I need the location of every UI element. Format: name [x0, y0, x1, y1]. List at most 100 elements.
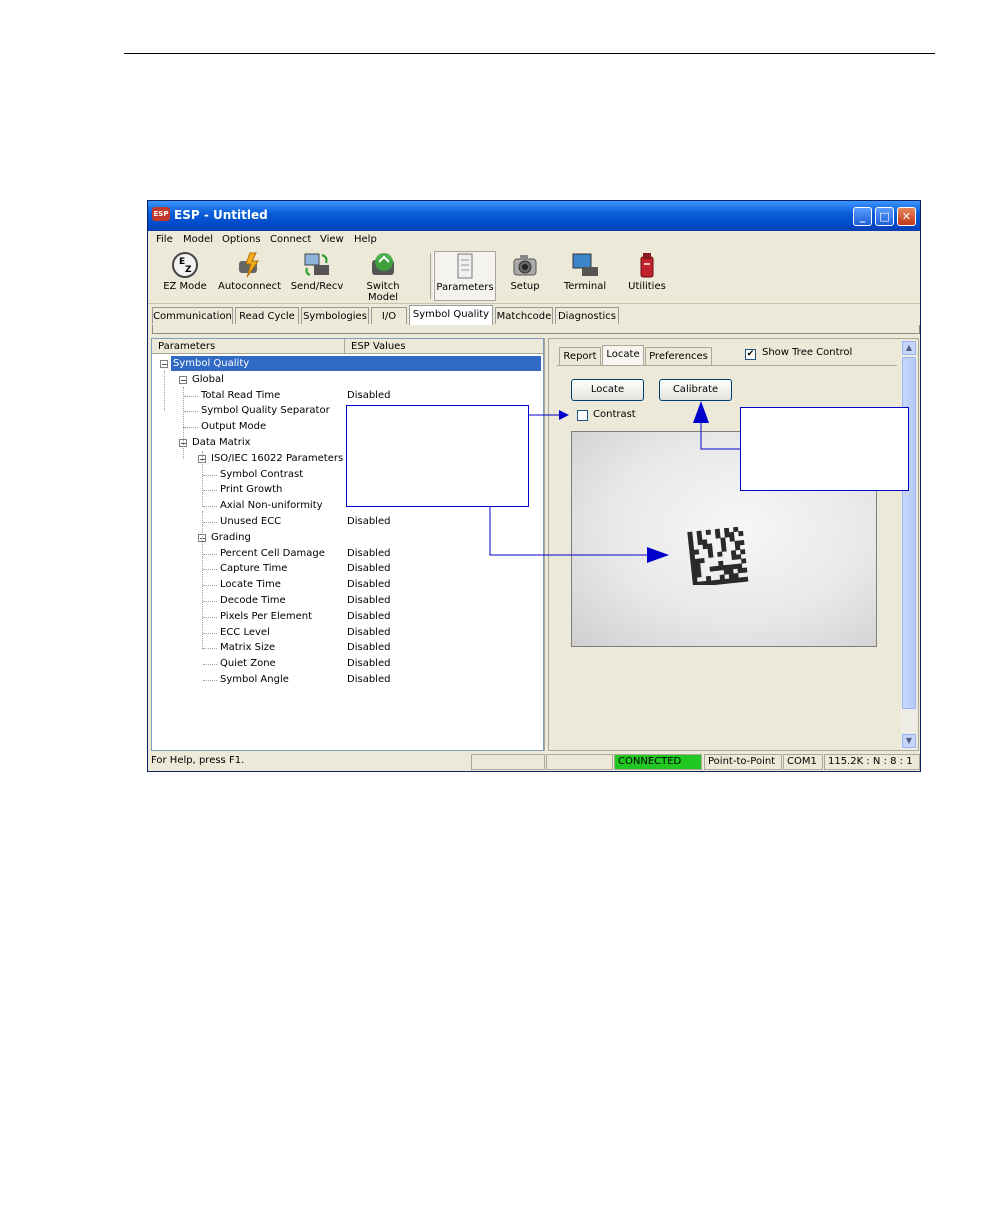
tree-row[interactable]: − Global — [152, 372, 543, 387]
tree-row-value: Disabled — [347, 626, 391, 638]
maximize-icon[interactable]: □ — [875, 207, 894, 226]
callout-box-left — [346, 405, 529, 507]
parameters-button[interactable]: Parameters — [434, 251, 496, 301]
tree-row[interactable]: Matrix Size Disabled — [152, 640, 543, 655]
title-bar[interactable]: ESP ESP - Untitled _ □ ✕ — [148, 201, 920, 231]
esp-app-icon: ESP — [152, 207, 170, 221]
tree-row-label: Total Read Time — [201, 389, 281, 401]
close-icon[interactable]: ✕ — [897, 207, 916, 226]
menu-bar: File Model Options Connect View Help — [148, 231, 920, 249]
callout-box-right — [740, 407, 909, 491]
tree-row[interactable]: Unused ECC Disabled — [152, 514, 543, 529]
switch-model-button[interactable]: Switch Model — [352, 251, 414, 303]
tree-connector — [203, 553, 217, 555]
page-header-rule — [124, 53, 935, 54]
tree-row[interactable]: Percent Cell Damage Disabled — [152, 546, 543, 561]
tab-communication[interactable]: Communication — [152, 307, 233, 324]
ez-mode-label: EZ Mode — [163, 281, 207, 292]
send-recv-icon — [302, 251, 332, 279]
tab-io[interactable]: I/O — [371, 307, 407, 324]
tree-row-label: Data Matrix — [192, 437, 251, 448]
tree-row[interactable]: − Grading — [152, 530, 543, 545]
utilities-button[interactable]: Utilities — [616, 251, 678, 301]
switch-model-label: Switch Model — [366, 281, 400, 303]
setup-button[interactable]: Setup — [494, 251, 556, 301]
subtab-preferences[interactable]: Preferences — [645, 347, 712, 365]
tree-row[interactable]: ECC Level Disabled — [152, 625, 543, 640]
subtab-locate[interactable]: Locate — [602, 345, 644, 366]
tree-row[interactable]: − Symbol Quality — [152, 356, 543, 371]
tree-guide-line — [183, 387, 184, 427]
right-scrollbar[interactable]: ▲ ▼ — [901, 341, 917, 750]
tree-row-label: Decode Time — [220, 595, 286, 606]
menu-help[interactable]: Help — [354, 234, 377, 245]
window-title: ESP - Untitled — [174, 208, 268, 222]
parameters-icon — [450, 252, 480, 280]
tree-row-label: Matrix Size — [220, 642, 276, 654]
tree-collapse-icon[interactable]: − — [179, 375, 187, 384]
column-header-esp-values[interactable]: ESP Values — [345, 339, 543, 354]
show-tree-control-checkbox[interactable]: ✔ — [745, 349, 756, 360]
scroll-up-icon[interactable]: ▲ — [902, 341, 916, 355]
tree-row[interactable]: Decode Time Disabled — [152, 593, 543, 608]
autoconnect-button[interactable]: Autoconnect — [218, 251, 282, 301]
tab-diagnostics[interactable]: Diagnostics — [555, 307, 619, 324]
tree-row-value: Disabled — [347, 658, 391, 670]
menu-file[interactable]: File — [156, 234, 173, 245]
ez-mode-button[interactable]: EZ EZ Mode — [154, 251, 216, 301]
tab-read-cycle[interactable]: Read Cycle — [235, 307, 299, 324]
subtab-divider — [557, 365, 897, 366]
menu-view[interactable]: View — [320, 234, 344, 245]
tree-connector — [203, 648, 217, 650]
status-blank-pane-2 — [546, 754, 613, 770]
tree-connector — [203, 522, 217, 523]
locate-panel: Report Locate Preferences ✔ Show Tree Co… — [548, 338, 919, 751]
tree-row-label: Axial Non-uniformity — [220, 500, 323, 512]
tree-row-label: Print Growth — [220, 484, 283, 496]
tree-row-value: Disabled — [347, 563, 391, 575]
contrast-checkbox[interactable] — [577, 410, 588, 421]
status-mode: Point-to-Point — [704, 754, 782, 770]
subtab-report[interactable]: Report — [559, 347, 601, 365]
terminal-button[interactable]: Terminal — [554, 251, 616, 301]
utilities-label: Utilities — [628, 281, 666, 292]
tab-symbologies[interactable]: Symbologies — [301, 307, 369, 324]
tree-connector — [203, 664, 217, 666]
menu-connect[interactable]: Connect — [270, 234, 311, 245]
tree-connector — [203, 569, 217, 571]
send-recv-button[interactable]: Send/Recv — [286, 251, 348, 301]
minimize-icon[interactable]: _ — [853, 207, 872, 226]
status-bar: For Help, press F1. CONNECTED Point-to-P… — [148, 753, 920, 771]
menu-model[interactable]: Model — [183, 234, 213, 245]
send-recv-label: Send/Recv — [290, 281, 344, 292]
tree-row-label: Symbol Quality — [171, 356, 541, 371]
parameter-tree[interactable]: Parameters ESP Values − Symbol Quality − Gl… — [151, 338, 544, 751]
terminal-icon — [570, 251, 600, 279]
tree-collapse-icon[interactable]: − — [160, 360, 168, 369]
tree-connector — [203, 680, 217, 681]
status-blank-pane-1 — [471, 754, 545, 770]
scroll-down-icon[interactable]: ▼ — [902, 734, 916, 748]
autoconnect-label: Autoconnect — [218, 281, 282, 292]
locate-button[interactable]: Locate — [571, 379, 644, 401]
tree-row[interactable]: Pixels Per Element Disabled — [152, 609, 543, 624]
tree-row[interactable]: Locate Time Disabled — [152, 577, 543, 592]
tree-row-value: Disabled — [347, 610, 391, 622]
calibrate-button[interactable]: Calibrate — [659, 379, 732, 401]
svg-text:Z: Z — [185, 265, 192, 275]
tree-guide-line — [183, 427, 184, 459]
tab-symbol-quality[interactable]: Symbol Quality — [409, 305, 493, 325]
tree-row-value: Disabled — [347, 595, 391, 606]
tree-row[interactable]: Quiet Zone Disabled — [152, 656, 543, 671]
column-header-parameters[interactable]: Parameters — [152, 339, 345, 354]
tree-row[interactable]: Symbol Angle Disabled — [152, 672, 543, 687]
menu-options[interactable]: Options — [222, 234, 261, 245]
tab-matchcode[interactable]: Matchcode — [495, 307, 553, 324]
tree-row[interactable]: Total Read Time Disabled — [152, 388, 543, 403]
terminal-label: Terminal — [563, 281, 607, 292]
autoconnect-icon — [234, 251, 264, 279]
tree-row[interactable]: Capture Time Disabled — [152, 561, 543, 576]
status-help-text: For Help, press F1. — [151, 755, 245, 766]
tree-row-value: Disabled — [347, 547, 391, 559]
tree-row-label: Pixels Per Element — [220, 610, 313, 622]
